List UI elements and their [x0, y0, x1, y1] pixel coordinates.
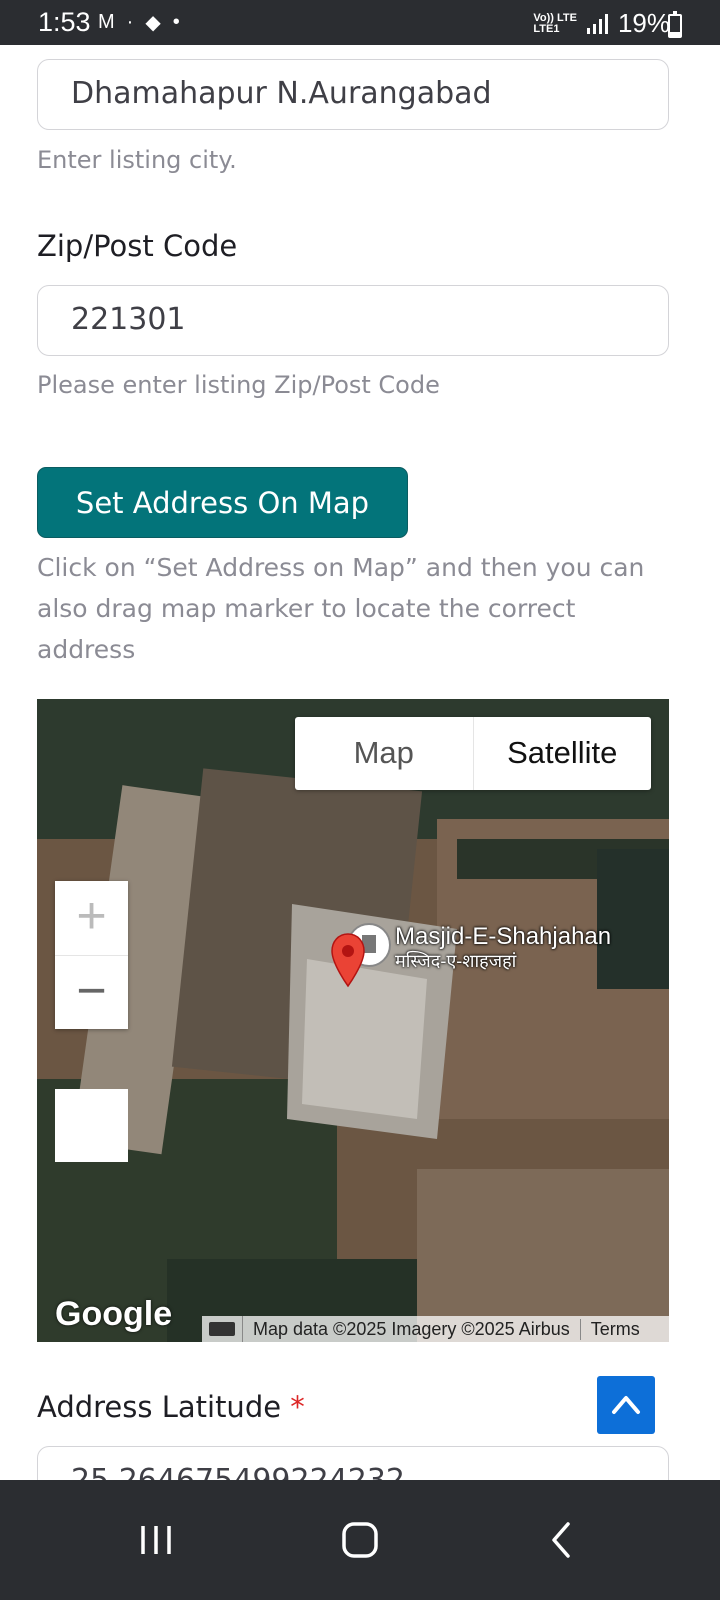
- set-address-on-map-button[interactable]: Set Address On Map: [37, 467, 408, 538]
- map-terms-link[interactable]: Terms: [581, 1319, 650, 1340]
- map-attribution-bar: Map data ©2025 Imagery ©2025 Airbus Term…: [202, 1316, 669, 1342]
- satellite-imagery: [37, 699, 669, 1342]
- status-bar: 1:53 M · ◆ • Vo)) LTE LTE1 19%: [0, 0, 720, 45]
- city-help: Enter listing city.: [37, 146, 237, 174]
- street-view-button[interactable]: [55, 1089, 128, 1162]
- zip-label: Zip/Post Code: [37, 229, 238, 263]
- zoom-in-button[interactable]: +: [55, 881, 128, 956]
- battery-icon: [668, 11, 682, 38]
- signal-icon: [586, 13, 608, 34]
- city-input[interactable]: Dhamahapur N.Aurangabad: [37, 59, 669, 130]
- chevron-up-icon: [612, 1396, 640, 1414]
- zoom-out-button[interactable]: −: [55, 956, 128, 1030]
- map-type-satellite-button[interactable]: Satellite: [474, 717, 652, 790]
- latitude-label: Address Latitude *: [37, 1390, 305, 1424]
- network-indicator: Vo)) LTE LTE1: [533, 11, 577, 35]
- app-notification-icon: ·: [126, 11, 134, 33]
- map-view[interactable]: Map Satellite + − Masjid-E-Shahjahan मस्…: [37, 699, 669, 1342]
- zoom-control: + −: [55, 881, 128, 1029]
- status-right: Vo)) LTE LTE1 19%: [533, 8, 670, 39]
- map-help: Click on “Set Address on Map” and then y…: [37, 553, 645, 664]
- poi-name: Masjid-E-Shahjahan: [395, 923, 612, 950]
- gmail-icon: M: [98, 11, 115, 33]
- photos-icon: ◆: [145, 12, 161, 34]
- map-type-control: Map Satellite: [295, 717, 651, 790]
- zip-help: Please enter listing Zip/Post Code: [37, 371, 440, 399]
- google-logo: Google: [55, 1295, 173, 1333]
- recent-apps-icon: [141, 1526, 171, 1554]
- home-button[interactable]: [330, 1510, 390, 1570]
- dot-icon: •: [172, 11, 180, 33]
- zip-input[interactable]: 221301: [37, 285, 669, 356]
- poi-name-local: मस्जिद-ए-शाहजहां: [395, 951, 517, 971]
- keyboard-shortcuts-icon[interactable]: [202, 1316, 243, 1342]
- battery-percent: 19%: [617, 8, 670, 38]
- notification-icons: M · ◆ •: [98, 10, 180, 35]
- required-indicator: *: [290, 1390, 305, 1424]
- status-time: 1:53: [38, 7, 91, 37]
- scroll-to-top-button[interactable]: [597, 1376, 655, 1434]
- location-marker-icon[interactable]: [330, 932, 366, 988]
- recent-apps-button[interactable]: [126, 1510, 186, 1570]
- back-icon: [552, 1522, 570, 1558]
- poi-label[interactable]: Masjid-E-Shahjahan मस्जिद-ए-शाहजहां: [395, 925, 611, 973]
- map-data-attribution: Map data ©2025 Imagery ©2025 Airbus: [243, 1318, 581, 1340]
- home-icon: [342, 1522, 378, 1558]
- system-navigation-bar: [0, 1480, 720, 1600]
- back-button[interactable]: [532, 1510, 592, 1570]
- map-type-map-button[interactable]: Map: [295, 717, 474, 790]
